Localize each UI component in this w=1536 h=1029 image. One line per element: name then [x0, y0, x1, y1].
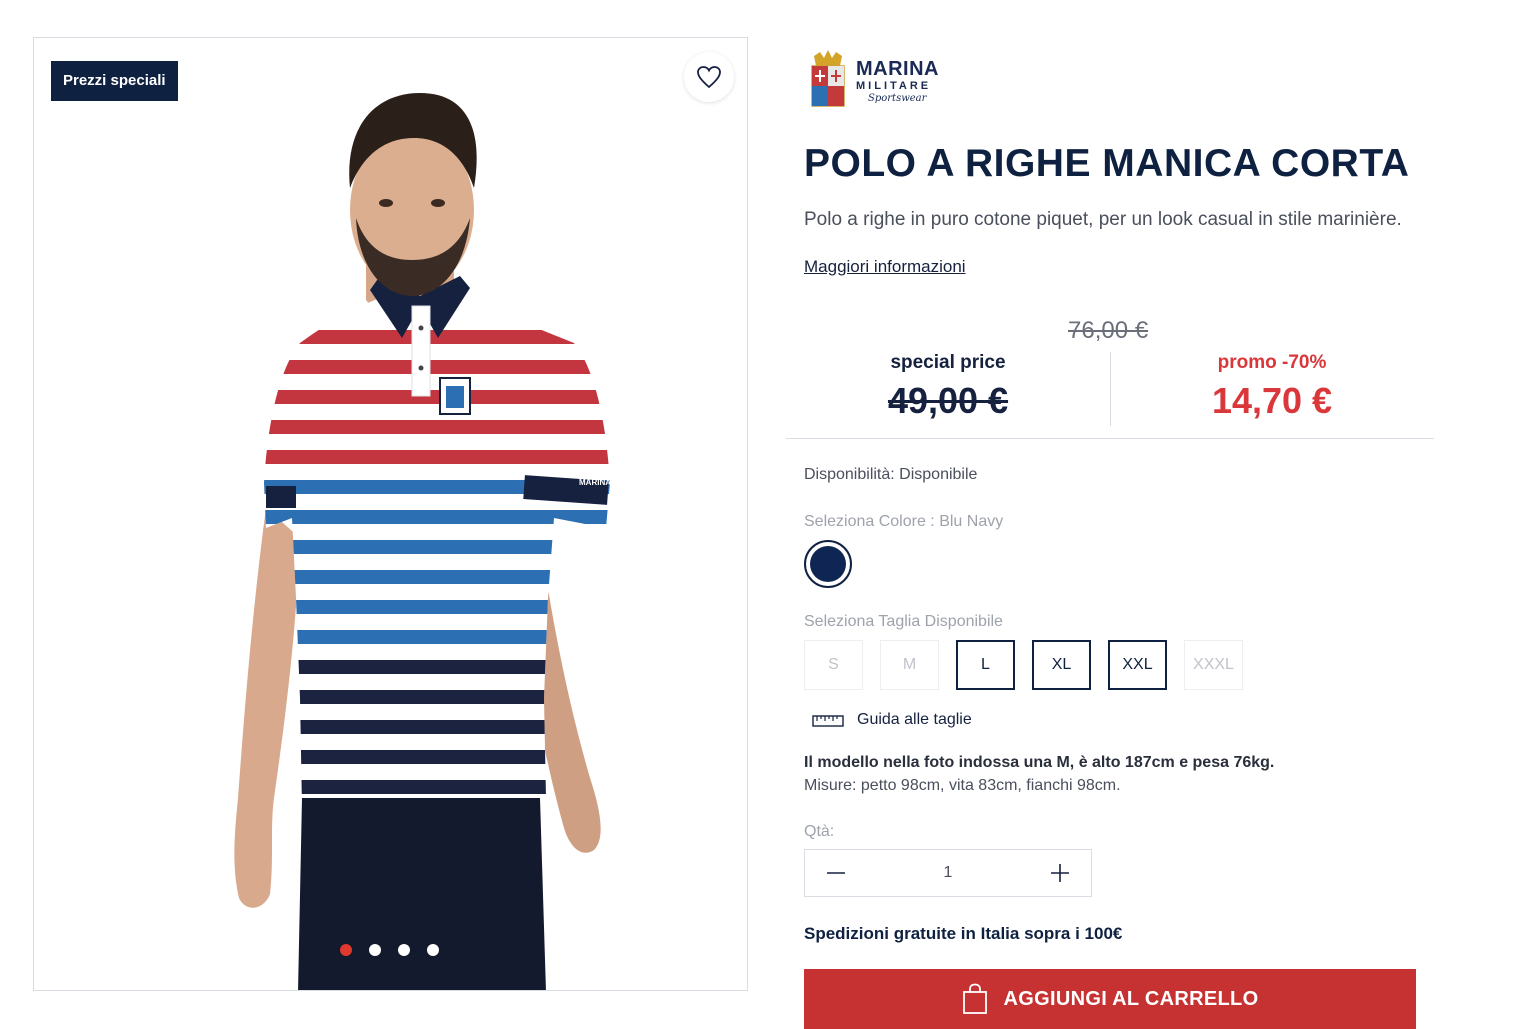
quantity-value[interactable]: 1 [867, 864, 1029, 882]
promo-price-block: promo -70% 14,70 € [1110, 352, 1434, 422]
product-title: POLO A RIGHE MANICA CORTA [804, 142, 1410, 185]
section-divider [786, 438, 1434, 439]
stripe [264, 510, 610, 524]
wishlist-button[interactable] [684, 52, 734, 102]
size-option-s[interactable]: S [804, 640, 863, 690]
more-info-link[interactable]: Maggiori informazioni [804, 257, 966, 277]
size-option-m[interactable]: M [880, 640, 939, 690]
color-label: Seleziona Colore : Blu Navy [804, 513, 1004, 530]
gallery-dot[interactable] [369, 944, 381, 956]
size-option-l[interactable]: L [956, 640, 1015, 690]
crest-icon [811, 50, 845, 107]
stripe [264, 690, 610, 704]
model-info: Il modello nella foto indossa una M, è a… [804, 754, 1275, 771]
shipping-note: Spedizioni gratuite in Italia sopra i 10… [804, 924, 1123, 943]
quantity-increase-button[interactable] [1029, 850, 1091, 896]
size-option-xxxl[interactable]: XXXL [1184, 640, 1243, 690]
minus-icon [827, 872, 845, 874]
size-selector: S M L XL XXL XXXL [804, 640, 1243, 690]
product-photo: MARINA [234, 93, 611, 990]
gallery-dot[interactable] [340, 944, 352, 956]
brand-logo[interactable]: MARINA MILITARE Sportswear [808, 50, 939, 112]
promo-price-value: 14,70 € [1211, 380, 1333, 421]
size-option-xl[interactable]: XL [1032, 640, 1091, 690]
stripe [264, 630, 610, 644]
quantity-label: Qtà: [804, 823, 835, 840]
gallery-dot[interactable] [427, 944, 439, 956]
size-guide-link[interactable]: Guida alle taglie [812, 711, 972, 729]
gallery-pagination [340, 944, 439, 956]
availability-status: Disponibilità: Disponibile [804, 466, 978, 483]
stripe [264, 450, 610, 464]
special-price-badge: Prezzi speciali [51, 61, 178, 101]
size-label: Seleziona Taglia Disponibile [804, 613, 1003, 630]
ruler-icon [812, 715, 844, 727]
color-swatch-fill [810, 546, 846, 582]
stripe [264, 420, 610, 434]
size-guide-label: Guida alle taglie [857, 711, 972, 728]
color-swatch-blu-navy[interactable] [804, 540, 852, 588]
svg-text:MARINA: MARINA [579, 478, 611, 487]
stripe [264, 330, 610, 344]
special-price-label: special price [890, 352, 1006, 373]
promo-price-label: promo -70% [1217, 352, 1327, 373]
heart-icon [697, 66, 721, 89]
model-measures: Misure: petto 98cm, vita 83cm, fianchi 9… [804, 777, 1121, 794]
add-to-cart-label: AGGIUNGI AL CARRELLO [1003, 987, 1259, 1010]
quantity-decrease-button[interactable] [805, 850, 867, 896]
brand-subtitle: MILITARE [856, 79, 932, 92]
original-price: 76,00 € [1068, 317, 1149, 344]
product-description: Polo a righe in puro cotone piquet, per … [804, 209, 1402, 230]
stripe [264, 390, 610, 404]
product-gallery[interactable]: MARINA Prezzi speciali [33, 37, 748, 991]
quantity-stepper: 1 [804, 849, 1092, 897]
special-price-value: 49,00 € [887, 380, 1009, 421]
stripe [264, 360, 610, 374]
plus-icon [1051, 864, 1069, 882]
brand-name: MARINA [856, 57, 939, 80]
special-price-block: special price 49,00 € [786, 352, 1110, 422]
gallery-dot[interactable] [398, 944, 410, 956]
size-option-xxl[interactable]: XXL [1108, 640, 1167, 690]
shopping-bag-icon [962, 983, 987, 1014]
stripe [264, 540, 610, 554]
add-to-cart-button[interactable]: AGGIUNGI AL CARRELLO [804, 969, 1416, 1029]
brand-tagline: Sportswear [868, 92, 927, 104]
stripe [264, 660, 610, 674]
